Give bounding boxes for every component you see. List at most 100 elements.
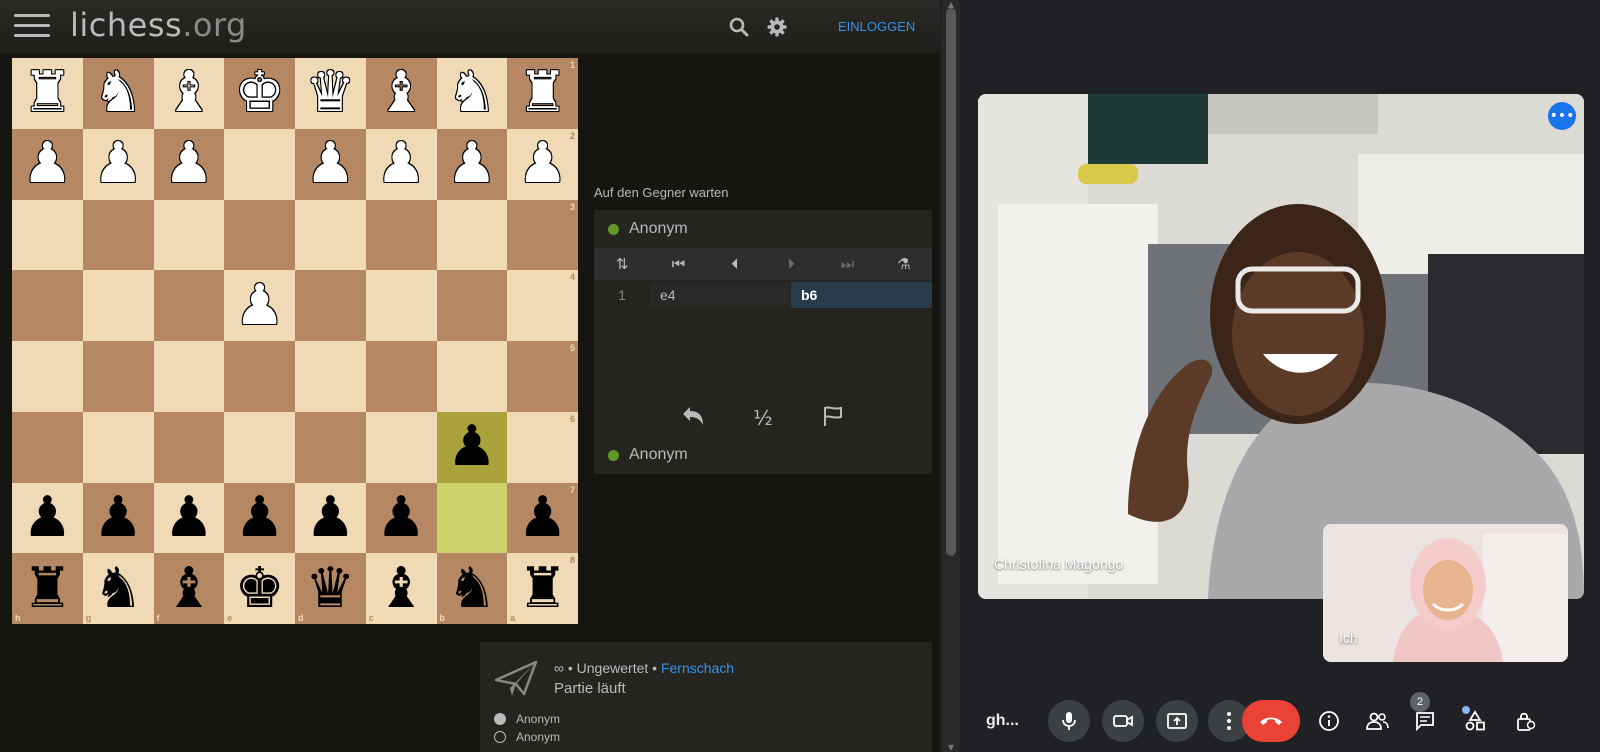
takeback-icon[interactable] <box>676 405 710 432</box>
white-knight-icon[interactable]: ♞ <box>447 65 497 121</box>
square-a5[interactable]: 5 <box>507 341 578 412</box>
more-options-icon[interactable]: ••• <box>1548 102 1576 130</box>
square-d7[interactable]: ♟ <box>295 482 366 554</box>
square-g6[interactable] <box>82 411 154 483</box>
square-g8[interactable]: ♞ g <box>82 553 154 624</box>
square-h7[interactable]: ♟ <box>12 482 83 554</box>
square-a8[interactable]: ♜ 8 a <box>507 553 578 624</box>
square-e6[interactable] <box>224 411 295 483</box>
white-player-entry[interactable]: Anonym <box>494 712 560 726</box>
black-pawn-icon[interactable]: ♟ <box>235 489 285 546</box>
square-b5[interactable] <box>436 341 508 412</box>
square-g3[interactable] <box>82 199 154 271</box>
square-e1[interactable]: ♚ <box>224 58 295 129</box>
square-a3[interactable]: 3 <box>507 199 578 271</box>
square-b3[interactable] <box>436 199 508 271</box>
self-video[interactable]: Ich <box>1323 524 1568 662</box>
square-c4[interactable] <box>365 270 437 341</box>
square-h6[interactable] <box>12 411 83 483</box>
first-move-icon[interactable]: ⏮ <box>650 248 706 280</box>
square-e3[interactable] <box>224 199 295 271</box>
white-pawn-icon[interactable]: ♟ <box>376 136 426 192</box>
white-bishop-icon[interactable]: ♝ <box>376 65 426 121</box>
square-a1[interactable]: ♜ 1 <box>507 58 578 129</box>
square-d3[interactable] <box>295 199 366 271</box>
black-pawn-icon[interactable]: ♟ <box>164 489 214 546</box>
square-e4[interactable]: ♟ <box>224 270 295 341</box>
resign-flag-icon[interactable] <box>816 405 850 432</box>
camera-button[interactable] <box>1102 700 1144 742</box>
square-g4[interactable] <box>82 270 154 341</box>
square-b7[interactable] <box>436 482 508 554</box>
square-g1[interactable]: ♞ <box>82 58 154 129</box>
black-pawn-icon[interactable]: ♟ <box>518 489 568 546</box>
square-f1[interactable]: ♝ <box>153 58 225 129</box>
leave-call-button[interactable] <box>1242 700 1300 742</box>
square-f7[interactable]: ♟ <box>153 482 225 554</box>
square-d5[interactable] <box>295 341 366 412</box>
flip-board-icon[interactable]: ⇅ <box>594 248 650 280</box>
square-c1[interactable]: ♝ <box>365 58 437 129</box>
move-white[interactable]: e4 <box>650 282 791 308</box>
square-g5[interactable] <box>82 341 154 412</box>
white-bishop-icon[interactable]: ♝ <box>164 65 214 121</box>
square-a6[interactable]: 6 <box>507 411 578 483</box>
activities-button[interactable] <box>1454 700 1496 742</box>
black-pawn-icon[interactable]: ♟ <box>376 489 426 546</box>
scroll-down-icon[interactable]: ▼ <box>946 743 956 752</box>
black-pawn-icon[interactable]: ♟ <box>93 489 143 546</box>
white-pawn-icon[interactable]: ♟ <box>235 277 285 334</box>
square-g2[interactable]: ♟ <box>82 128 154 200</box>
analysis-icon[interactable]: ⚗ <box>876 248 932 280</box>
white-pawn-icon[interactable]: ♟ <box>518 136 568 192</box>
white-pawn-icon[interactable]: ♟ <box>305 136 355 192</box>
square-h4[interactable] <box>12 270 83 341</box>
correspondence-link[interactable]: Fernschach <box>661 660 734 676</box>
square-h1[interactable]: ♜ <box>12 58 83 129</box>
square-g7[interactable]: ♟ <box>82 482 154 554</box>
login-link[interactable]: EINLOGGEN <box>838 19 915 34</box>
lichess-logo[interactable]: lichess.org <box>70 6 247 44</box>
black-pawn-icon[interactable]: ♟ <box>22 489 72 546</box>
square-b2[interactable]: ♟ <box>436 128 508 200</box>
square-b1[interactable]: ♞ <box>436 58 508 129</box>
bottom-player-name[interactable]: Anonym <box>629 446 688 464</box>
white-pawn-icon[interactable]: ♟ <box>447 136 497 192</box>
host-controls-button[interactable] <box>1504 700 1546 742</box>
top-player-name[interactable]: Anonym <box>629 220 688 238</box>
square-a2[interactable]: ♟ 2 <box>507 128 578 200</box>
square-f2[interactable]: ♟ <box>153 128 225 200</box>
white-rook-icon[interactable]: ♜ <box>518 65 568 121</box>
square-e2[interactable] <box>224 128 295 200</box>
black-knight-icon[interactable]: ♞ <box>447 560 497 617</box>
square-b6[interactable]: ♟ <box>436 411 508 483</box>
black-rook-icon[interactable]: ♜ <box>22 560 72 617</box>
square-f6[interactable] <box>153 411 225 483</box>
white-queen-icon[interactable]: ♛ <box>305 65 355 121</box>
square-c3[interactable] <box>365 199 437 271</box>
black-pawn-icon[interactable]: ♟ <box>305 489 355 546</box>
participants-button[interactable] <box>1356 700 1398 742</box>
square-d8[interactable]: ♛ d <box>295 553 366 624</box>
white-knight-icon[interactable]: ♞ <box>93 65 143 121</box>
black-bishop-icon[interactable]: ♝ <box>164 560 214 617</box>
last-move-icon[interactable]: ⏭ <box>819 248 875 280</box>
square-d6[interactable] <box>295 411 366 483</box>
square-h5[interactable] <box>12 341 83 412</box>
white-pawn-icon[interactable]: ♟ <box>22 136 72 192</box>
microphone-button[interactable] <box>1048 700 1090 742</box>
meeting-details-button[interactable] <box>1308 700 1350 742</box>
gear-icon[interactable] <box>766 16 788 38</box>
square-f3[interactable] <box>153 199 225 271</box>
square-c5[interactable] <box>365 341 437 412</box>
square-d1[interactable]: ♛ <box>295 58 366 129</box>
black-pawn-icon[interactable]: ♟ <box>447 419 497 475</box>
square-d4[interactable] <box>295 270 366 341</box>
search-icon[interactable] <box>728 16 750 38</box>
black-player-entry[interactable]: Anonym <box>494 730 560 744</box>
chess-board[interactable]: ♜ ♞ ♝ ♚ ♛ ♝ ♞ ♜ 1 ♟ ♟ ♟ ♟ ♟ ♟ ♟ 2 3 ♟ 4 5 ♟ 6 ♟ ♟ ♟ ♟ ♟ ♟ ♟ 7 ♜ h ♞ g ♝ f ♚ e ♛… <box>12 58 578 624</box>
square-f5[interactable] <box>153 341 225 412</box>
offer-draw-button[interactable]: ½ <box>746 406 780 430</box>
square-a7[interactable]: ♟ 7 <box>507 482 578 554</box>
white-king-icon[interactable]: ♚ <box>235 65 285 121</box>
